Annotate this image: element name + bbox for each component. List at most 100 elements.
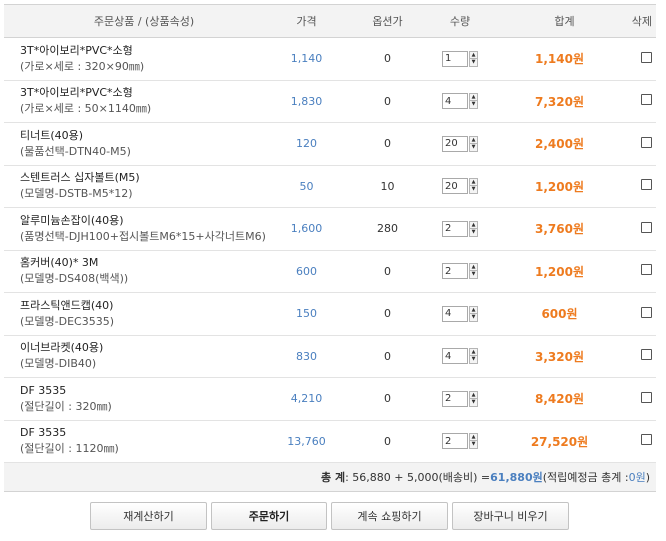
product-name: 홈커버(40)* 3M <box>20 256 99 270</box>
price-cell: 150 <box>296 307 317 321</box>
delete-checkbox[interactable] <box>641 391 652 403</box>
sum-cell: 1,140원 <box>535 52 584 67</box>
qty-cell: ▲▼ <box>426 262 494 280</box>
option-price-cell: 0 <box>384 307 391 321</box>
increment-icon[interactable]: ▲ <box>469 178 478 187</box>
sum-cell: 2,400원 <box>535 137 584 152</box>
quantity-input[interactable] <box>442 50 468 67</box>
delete-cell <box>605 94 656 108</box>
increment-icon[interactable]: ▲ <box>469 433 478 442</box>
option-price-cell: 0 <box>384 137 391 151</box>
price-cell: 1,830 <box>290 94 323 108</box>
option-price-cell: 0 <box>384 52 391 66</box>
spin-buttons: ▲ ▼ <box>469 348 478 365</box>
increment-icon[interactable]: ▲ <box>469 390 478 399</box>
delete-checkbox[interactable] <box>641 221 652 233</box>
decrement-icon[interactable]: ▼ <box>469 441 478 450</box>
product-cell: 이너브라켓(40용) (모델명-DIB40) <box>4 340 264 372</box>
delete-cell <box>605 434 656 448</box>
recalc-button[interactable]: 재계산하기 <box>90 502 207 530</box>
quantity-input[interactable] <box>442 93 468 110</box>
delete-checkbox[interactable] <box>641 264 652 276</box>
increment-icon[interactable]: ▲ <box>469 50 478 59</box>
spin-buttons: ▲ ▼ <box>469 305 478 322</box>
table-row: 프라스틱앤드캡(40) (모델명-DEC3535) 150 0 ▲▼ 600원 <box>4 293 656 336</box>
total-label: 총 계 <box>321 471 346 484</box>
product-name: 이너브라켓(40용) <box>20 341 104 355</box>
decrement-icon[interactable]: ▼ <box>469 313 478 322</box>
spin-buttons: ▲ ▼ <box>469 220 478 237</box>
sum-cell: 1,200원 <box>535 179 584 194</box>
table-row: 스텐트러스 십자볼트(M5) (모델명-DSTB-M5*12) 50 10 ▲▼ 1,20… <box>4 166 656 208</box>
price-cell: 1,140 <box>290 52 323 66</box>
product-name: 3T*아이보리*PVC*소형 <box>20 43 133 57</box>
decrement-icon[interactable]: ▼ <box>469 356 478 365</box>
quantity-stepper: ▲▼ <box>442 390 478 408</box>
product-option: (절단길이 : 320㎜) <box>20 399 112 413</box>
option-price-cell: 0 <box>384 392 391 406</box>
table-row: 티너트(40용) (물품선택-DTN40-M5) 120 0 ▲▼ 2,400원 <box>4 123 656 166</box>
product-option: (절단길이 : 1120㎜) <box>20 442 119 456</box>
table-header: 주문상품 / (상품속성) 가격 옵션가 수량 합계 삭제 <box>4 4 656 38</box>
quantity-stepper: ▲▼ <box>442 50 478 68</box>
product-name: 스텐트러스 십자볼트(M5) <box>20 171 140 185</box>
quantity-input[interactable] <box>442 263 468 280</box>
quantity-input[interactable] <box>442 220 468 237</box>
increment-icon[interactable]: ▲ <box>469 93 478 102</box>
delete-checkbox[interactable] <box>641 306 652 318</box>
quantity-input[interactable] <box>442 135 468 152</box>
price-cell: 600 <box>296 264 317 278</box>
product-cell: 홈커버(40)* 3M (모델명-DS408(백색)) <box>4 255 264 287</box>
sum-cell: 27,520원 <box>530 434 589 449</box>
qty-cell: ▲▼ <box>426 135 494 153</box>
option-price-cell: 0 <box>384 349 391 363</box>
qty-cell: ▲▼ <box>426 50 494 68</box>
quantity-input[interactable] <box>442 433 468 450</box>
decrement-icon[interactable]: ▼ <box>469 58 478 67</box>
product-cell: 3T*아이보리*PVC*소형 (가로×세로 : 50×1140㎜) <box>4 85 264 117</box>
qty-cell: ▲▼ <box>426 92 494 110</box>
delete-cell <box>605 306 656 321</box>
delete-checkbox[interactable] <box>641 349 652 361</box>
spin-buttons: ▲ ▼ <box>469 135 478 152</box>
decrement-icon[interactable]: ▼ <box>469 271 478 280</box>
delete-checkbox[interactable] <box>641 434 652 446</box>
product-cell: DF 3535 (절단길이 : 320㎜) <box>4 383 264 415</box>
header-option: 옵션가 <box>372 15 403 28</box>
quantity-input[interactable] <box>442 178 468 195</box>
increment-icon[interactable]: ▲ <box>469 263 478 272</box>
decrement-icon[interactable]: ▼ <box>469 186 478 195</box>
order-button[interactable]: 주문하기 <box>211 502 327 530</box>
quantity-input[interactable] <box>442 348 468 365</box>
quantity-input[interactable] <box>442 390 468 407</box>
header-sum: 합계 <box>554 15 575 28</box>
increment-icon[interactable]: ▲ <box>469 348 478 357</box>
increment-icon[interactable]: ▲ <box>469 220 478 229</box>
delete-checkbox[interactable] <box>641 94 652 106</box>
decrement-icon[interactable]: ▼ <box>469 143 478 152</box>
decrement-icon[interactable]: ▼ <box>469 228 478 237</box>
increment-icon[interactable]: ▲ <box>469 135 478 144</box>
table-row: 이너브라켓(40용) (모델명-DIB40) 830 0 ▲▼ 3,320원 <box>4 336 656 378</box>
empty-cart-button[interactable]: 장바구니 비우기 <box>452 502 569 530</box>
increment-icon[interactable]: ▲ <box>469 305 478 314</box>
delete-checkbox[interactable] <box>641 179 652 191</box>
decrement-icon[interactable]: ▼ <box>469 101 478 110</box>
qty-cell: ▲▼ <box>426 305 494 323</box>
sum-cell: 3,320원 <box>535 349 584 364</box>
option-price-cell: 0 <box>384 264 391 278</box>
decrement-icon[interactable]: ▼ <box>469 398 478 407</box>
product-option: (품명선택-DJH100+접시볼트M6*15+사각너트M6) <box>20 229 266 243</box>
continue-shopping-button[interactable]: 계속 쇼핑하기 <box>331 502 448 530</box>
quantity-stepper: ▲▼ <box>442 262 478 280</box>
product-option: (가로×세로 : 320×90㎜) <box>20 59 145 73</box>
delete-checkbox[interactable] <box>641 51 652 63</box>
points-suffix: ) <box>645 470 650 484</box>
sum-cell: 1,200원 <box>535 264 584 279</box>
price-cell: 830 <box>296 349 317 363</box>
table-row: 홈커버(40)* 3M (모델명-DS408(백색)) 600 0 ▲▼ 1,200원 <box>4 251 656 293</box>
product-option: (물품선택-DTN40-M5) <box>20 144 131 158</box>
delete-checkbox[interactable] <box>641 136 652 148</box>
spin-buttons: ▲ ▼ <box>469 93 478 110</box>
quantity-input[interactable] <box>442 305 468 322</box>
